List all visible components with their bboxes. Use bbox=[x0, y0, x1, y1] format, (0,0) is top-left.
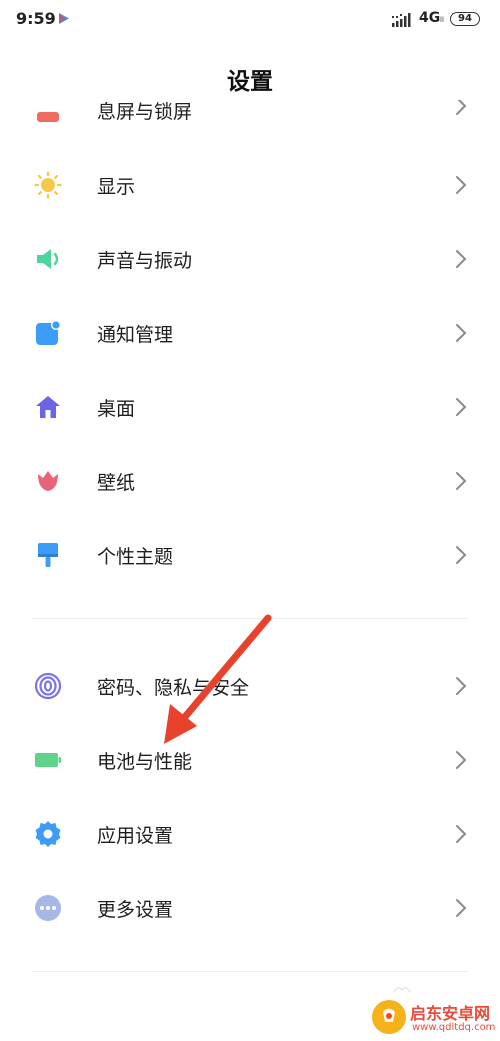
settings-row-label: 通知管理 bbox=[97, 324, 174, 346]
chevron-right-icon bbox=[456, 751, 467, 769]
settings-row-label: 更多设置 bbox=[97, 899, 174, 921]
chevron-right-icon bbox=[456, 546, 467, 564]
settings-row-themes[interactable]: 个性主题 bbox=[0, 520, 500, 590]
settings-row-app-settings[interactable]: 应用设置 bbox=[0, 799, 500, 869]
watermark-url: www.qdltdq.com bbox=[412, 1022, 496, 1033]
settings-row-display[interactable]: 显示 bbox=[0, 150, 500, 220]
play-store-icon bbox=[59, 13, 69, 24]
settings-row-label: 息屏与锁屏 bbox=[97, 101, 193, 122]
chevron-right-icon bbox=[456, 825, 467, 843]
settings-row-notifications[interactable]: 通知管理 bbox=[0, 298, 500, 368]
fingerprint-icon bbox=[34, 672, 62, 700]
chevron-right-icon bbox=[456, 176, 467, 194]
signal-icon bbox=[392, 13, 411, 27]
watermark-text: 启东安卓网 bbox=[410, 1004, 491, 1023]
page-title: 设置 bbox=[227, 69, 273, 95]
section-divider bbox=[32, 971, 468, 972]
gear-icon bbox=[35, 821, 61, 847]
scroll-hint-icon bbox=[393, 987, 411, 993]
tulip-icon bbox=[38, 471, 58, 491]
settings-row-more-settings[interactable]: 更多设置 bbox=[0, 873, 500, 943]
section-divider bbox=[32, 618, 468, 619]
status-time: 9:59 bbox=[16, 9, 56, 28]
speaker-icon bbox=[37, 249, 59, 269]
settings-row-label: 桌面 bbox=[97, 398, 136, 420]
settings-row-battery-performance[interactable]: 电池与性能 bbox=[0, 725, 500, 795]
chevron-right-icon bbox=[456, 250, 467, 268]
network-type: 4G bbox=[419, 10, 441, 26]
settings-row-wallpaper[interactable]: 壁纸 bbox=[0, 446, 500, 516]
settings-row-sound[interactable]: 声音与振动 bbox=[0, 224, 500, 294]
chevron-right-icon bbox=[456, 398, 467, 416]
settings-row-label: 显示 bbox=[97, 176, 136, 198]
lock-screen-icon bbox=[37, 112, 59, 122]
settings-row-label: 应用设置 bbox=[97, 825, 174, 847]
settings-row-label: 个性主题 bbox=[97, 546, 174, 568]
battery-icon bbox=[35, 753, 61, 767]
paint-roller-icon bbox=[38, 543, 58, 567]
settings-row-privacy-security[interactable]: 密码、隐私与安全 bbox=[0, 651, 500, 721]
watermark: 启东安卓网 www.qdltdq.com bbox=[368, 998, 500, 1041]
status-bar: 9:59 4G ll 94 bbox=[0, 0, 500, 40]
watermark-logo-icon bbox=[372, 1000, 406, 1034]
battery-indicator: 94 bbox=[450, 12, 480, 26]
network-activity: ll bbox=[440, 16, 444, 24]
settings-row-label: 电池与性能 bbox=[97, 751, 193, 773]
settings-row-desktop[interactable]: 桌面 bbox=[0, 372, 500, 442]
settings-row-label: 壁纸 bbox=[97, 472, 136, 494]
chevron-right-icon bbox=[456, 677, 467, 695]
chevron-right-icon bbox=[456, 899, 467, 917]
chevron-right-icon bbox=[456, 324, 467, 342]
more-icon bbox=[35, 895, 61, 921]
settings-row-lock-screen[interactable]: 息屏与锁屏 bbox=[0, 100, 500, 122]
notification-icon bbox=[36, 320, 61, 345]
chevron-right-icon bbox=[456, 100, 467, 115]
sun-icon bbox=[34, 171, 62, 199]
settings-row-label: 声音与振动 bbox=[97, 250, 193, 272]
settings-row-label: 密码、隐私与安全 bbox=[97, 677, 250, 699]
home-icon bbox=[36, 396, 60, 418]
chevron-right-icon bbox=[456, 472, 467, 490]
